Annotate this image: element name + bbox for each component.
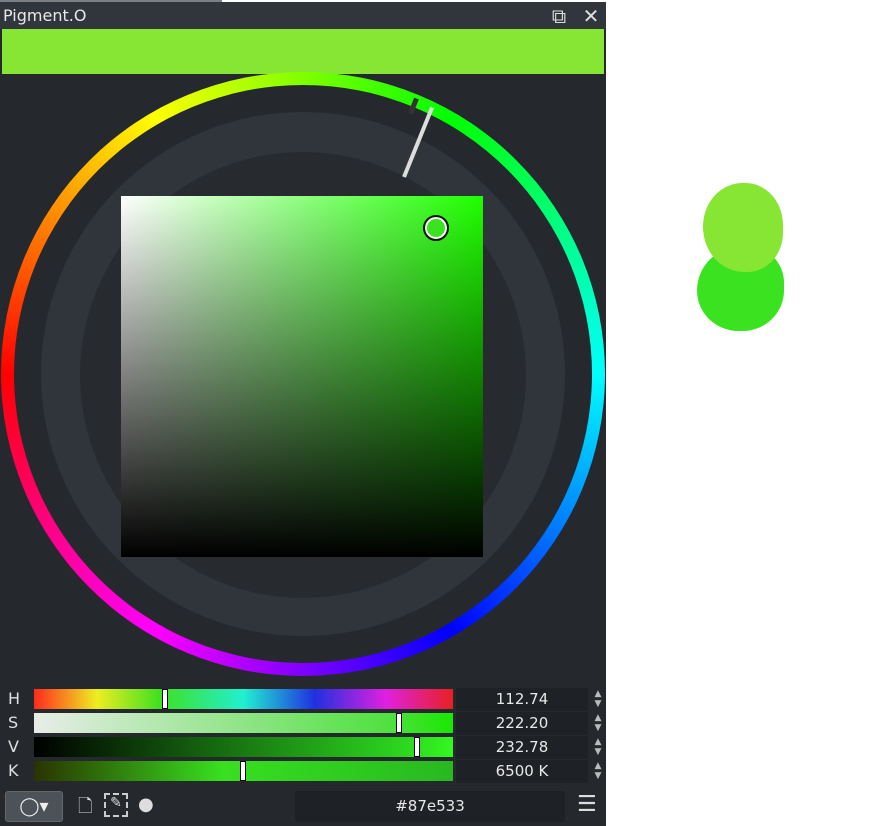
slider-row-v: V 232.78 ▲ ▼ bbox=[0, 736, 606, 760]
shape-mode-dropdown[interactable]: ◯▾ bbox=[5, 791, 63, 822]
canvas-blob-1 bbox=[703, 183, 783, 272]
slider-value-input[interactable]: 232.78 bbox=[456, 736, 588, 759]
spin-arrows-icon[interactable]: ▲ ▼ bbox=[592, 761, 604, 781]
eyedropper-icon[interactable]: ✎ bbox=[104, 793, 128, 817]
slider-h[interactable] bbox=[34, 689, 453, 709]
slider-v[interactable] bbox=[34, 737, 453, 757]
slider-row-k: K 6500 K ▲ ▼ bbox=[0, 760, 606, 784]
menu-icon[interactable]: ☰ bbox=[577, 792, 597, 817]
slider-handle[interactable] bbox=[239, 761, 246, 781]
slider-value-input[interactable]: 112.74 bbox=[456, 688, 588, 711]
panel-title: Pigment.O bbox=[3, 6, 87, 25]
color-wheel[interactable] bbox=[0, 72, 606, 676]
slider-handle[interactable] bbox=[413, 737, 420, 757]
spin-arrows-icon[interactable]: ▲ ▼ bbox=[592, 737, 604, 757]
spin-arrows-icon[interactable]: ▲ ▼ bbox=[592, 713, 604, 733]
slider-row-s: S 222.20 ▲ ▼ bbox=[0, 712, 606, 736]
slider-row-h: H 112.74 ▲ ▼ bbox=[0, 688, 606, 712]
pigment-panel: Pigment.O ⧉ ✕ H 112.74 ▲ ▼ S 222.20 ▲ ▼ V 23… bbox=[0, 2, 606, 826]
sv-cursor[interactable] bbox=[423, 215, 449, 241]
sv-square[interactable] bbox=[121, 196, 483, 557]
title-bar: Pigment.O ⧉ ✕ bbox=[0, 2, 606, 29]
close-icon[interactable]: ✕ bbox=[580, 5, 602, 27]
hex-input[interactable]: #87e533 bbox=[295, 791, 565, 822]
slider-label: H bbox=[8, 689, 21, 708]
slider-k[interactable] bbox=[34, 761, 453, 781]
dot-icon[interactable]: ● bbox=[138, 794, 154, 815]
slider-s[interactable] bbox=[34, 713, 453, 733]
bottom-toolbar: ◯▾ 🗋 ✎ ● #87e533 ☰ bbox=[0, 788, 606, 826]
float-icon[interactable]: ⧉ bbox=[548, 5, 570, 27]
slider-label: K bbox=[8, 761, 19, 780]
note-icon[interactable]: 🗋 bbox=[78, 794, 92, 824]
slider-label: V bbox=[8, 737, 19, 756]
spin-arrows-icon[interactable]: ▲ ▼ bbox=[592, 689, 604, 709]
slider-handle[interactable] bbox=[162, 689, 169, 709]
slider-value-input[interactable]: 222.20 bbox=[456, 712, 588, 735]
color-preview bbox=[2, 29, 604, 74]
slider-handle[interactable] bbox=[396, 713, 403, 733]
slider-value-input[interactable]: 6500 K bbox=[456, 760, 588, 783]
slider-label: S bbox=[8, 713, 19, 732]
